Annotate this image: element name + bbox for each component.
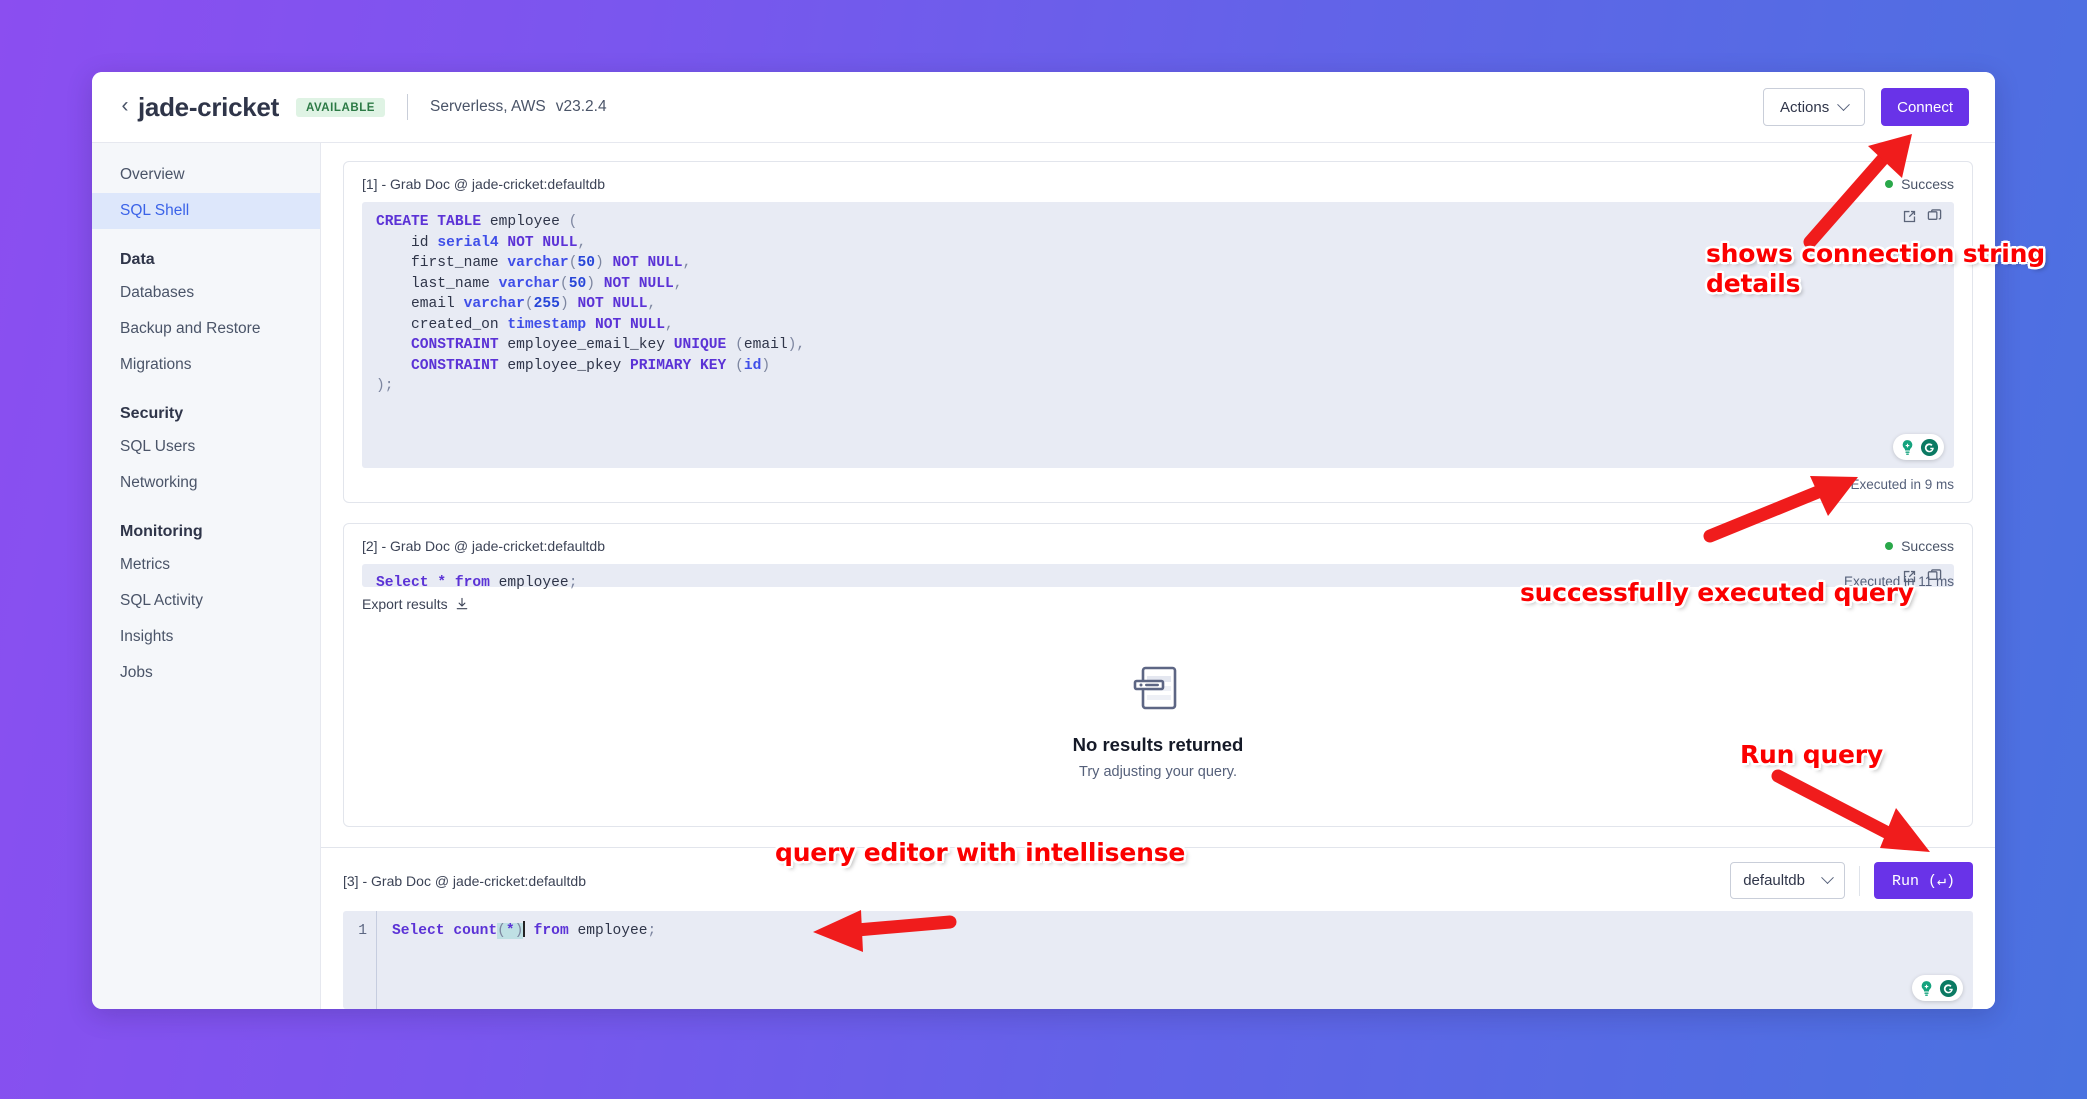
grammarly-badge[interactable] [1912,975,1963,1001]
app-body: Overview SQL Shell Data Databases Backup… [92,143,1995,1009]
statement-context: Grab Doc @ jade-cricket:defaultdb [390,538,606,554]
sidebar-item-sql-users[interactable]: SQL Users [92,429,320,465]
grammarly-badge[interactable] [1893,434,1944,460]
statement-header: [1] - Grab Doc @ jade-cricket:defaultdb … [362,176,1954,192]
sidebar-item-sql-shell[interactable]: SQL Shell [92,193,320,229]
editor-statement-index: [3] [343,872,359,889]
sidebar-item-databases[interactable]: Databases [92,275,320,311]
status-dot-icon [1885,180,1894,188]
chevron-down-icon [1821,871,1834,885]
statement-index: [1] [362,176,378,192]
page-header: ‹ jade-cricket AVAILABLE Serverless, AWS… [92,72,1995,143]
empty-results-state: No results returned Try adjusting your q… [362,612,1954,816]
editor-statement-separator: - [362,872,368,889]
connect-button[interactable]: Connect [1881,88,1969,126]
page-title: jade-cricket [138,91,279,122]
grammarly-g-icon [1920,438,1939,456]
sql-statement-box: CREATE TABLE employee ( id serial4 NOT N… [362,202,1954,468]
statement-separator: - [381,538,387,554]
statement-result-card: [2] - Grab Doc @ jade-cricket:defaultdb … [343,523,1973,827]
no-results-icon [1133,666,1177,710]
header-divider [407,94,408,120]
sidebar-item-sql-activity[interactable]: SQL Activity [92,583,320,619]
empty-results-subtitle: Try adjusting your query. [1079,764,1237,780]
statement-index: [2] [362,538,378,554]
statement-context: Grab Doc @ jade-cricket:defaultdb [390,176,606,192]
sidebar-nav: Overview SQL Shell Data Databases Backup… [92,143,321,1009]
lightbulb-icon [1921,980,1932,996]
deployment-type: Serverless, AWS [430,98,546,115]
open-external-icon[interactable] [1902,209,1917,224]
sidebar-item-jobs[interactable]: Jobs [92,655,320,691]
database-select[interactable]: defaultdb [1730,862,1845,899]
database-select-value: defaultdb [1743,872,1805,889]
status-badge: Success [1885,176,1954,192]
status-badge: Success [1885,538,1954,554]
sidebar-item-migrations[interactable]: Migrations [92,347,320,383]
actions-button-label: Actions [1780,98,1830,116]
status-text: Success [1901,176,1954,192]
sidebar-group-monitoring: Monitoring [120,523,203,540]
sidebar-item-networking[interactable]: Networking [92,465,320,501]
sql-code-editor[interactable]: 1 Select count(*) from employee; [343,911,1973,1009]
execution-time: Executed in 11 ms [1843,574,1954,589]
editor-line-number: 1 [343,911,377,1009]
sql-box-actions [1902,209,1942,224]
editor-toolbar-divider [1858,865,1860,896]
copy-icon[interactable] [1927,209,1942,224]
sql-code: Select * from employee; [376,575,578,591]
text-caret [523,921,525,937]
empty-results-title: No results returned [1072,734,1244,755]
grammarly-g-icon [1939,979,1958,997]
execution-time: Executed in 9 ms [1850,477,1954,492]
query-editor-dock: [3] - Grab Doc @ jade-cricket:defaultdb … [321,847,1995,1009]
actions-button[interactable]: Actions [1763,88,1866,126]
chevron-left-icon[interactable]: ‹ [112,95,138,119]
editor-code-content[interactable]: Select count(*) from employee; [377,911,1973,1009]
editor-toolbar: [3] - Grab Doc @ jade-cricket:defaultdb … [343,862,1973,899]
sql-code: CREATE TABLE employee ( id serial4 NOT N… [376,214,806,394]
statement-separator: - [381,176,387,192]
sidebar-group-data: Data [120,251,155,268]
statement-header: [2] - Grab Doc @ jade-cricket:defaultdb … [362,538,1954,554]
status-dot-icon [1885,542,1894,550]
sidebar-item-metrics[interactable]: Metrics [92,547,320,583]
status-text: Success [1901,538,1954,554]
export-results-button[interactable]: Export results [362,596,1954,612]
version-label: v23.2.4 [555,98,607,115]
chevron-down-icon [1837,97,1851,111]
sidebar-group-security: Security [120,405,184,422]
status-badge: AVAILABLE [295,97,385,117]
run-query-button[interactable]: Run (↵) [1873,862,1973,899]
statement-label: [2] - Grab Doc @ jade-cricket:defaultdb [362,538,605,554]
editor-statement-context: Grab Doc @ jade-cricket:defaultdb [371,872,587,889]
sidebar-item-backup-and-restore[interactable]: Backup and Restore [92,311,320,347]
sql-shell-panel: [1] - Grab Doc @ jade-cricket:defaultdb … [321,143,1995,1009]
sql-statement-box: Select * from employee; [362,564,1954,591]
lightbulb-icon [1902,439,1913,455]
statement-result-card: [1] - Grab Doc @ jade-cricket:defaultdb … [343,161,1973,503]
deployment-info: Serverless, AWS v23.2.4 [430,98,607,116]
results-scroll-region[interactable]: [1] - Grab Doc @ jade-cricket:defaultdb … [343,161,1973,847]
sidebar-item-insights[interactable]: Insights [92,619,320,655]
editor-statement-label: [3] - Grab Doc @ jade-cricket:defaultdb [343,873,586,889]
statement-label: [1] - Grab Doc @ jade-cricket:defaultdb [362,176,605,192]
sidebar-item-overview[interactable]: Overview [92,157,320,193]
cluster-console-card: ‹ jade-cricket AVAILABLE Serverless, AWS… [92,72,1995,1009]
